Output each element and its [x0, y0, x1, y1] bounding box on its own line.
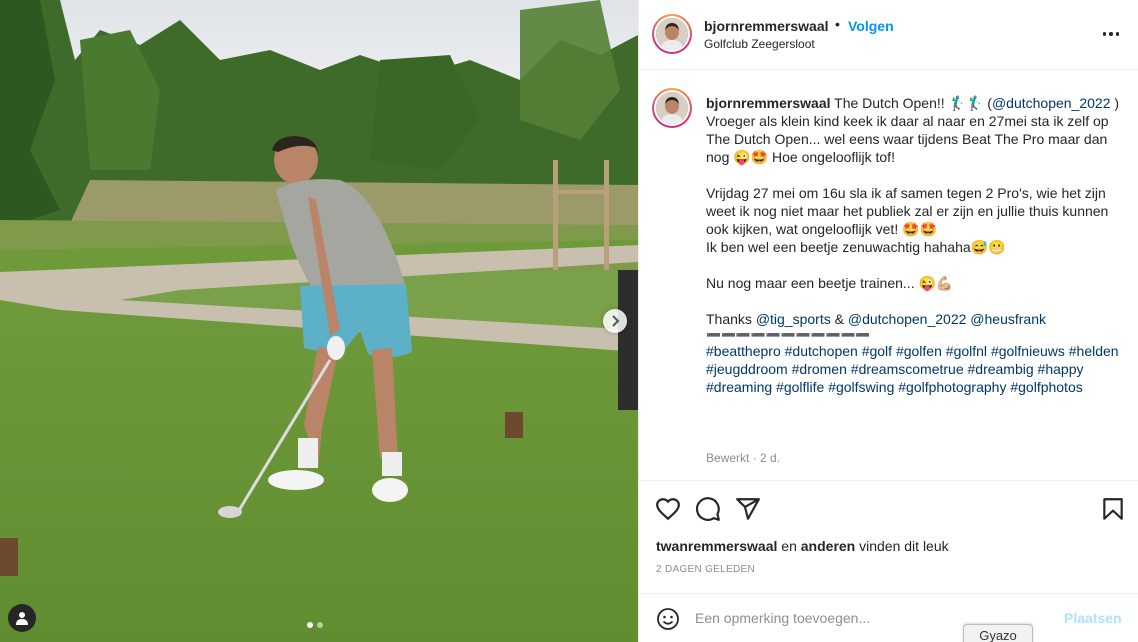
post-photo[interactable] — [0, 0, 638, 642]
golf-photo-image — [0, 0, 638, 642]
hashtag-link[interactable]: #golfnieuws — [991, 343, 1065, 359]
heart-icon[interactable] — [655, 496, 681, 522]
caption-meta: Bewerkt · 2 d. — [706, 451, 780, 465]
hashtag-link[interactable]: #beatthepro — [706, 343, 781, 359]
liker-username[interactable]: twanremmerswaal — [656, 538, 777, 554]
hashtag-link[interactable]: #golf — [862, 343, 892, 359]
chevron-right-icon — [612, 315, 620, 327]
avatar-image — [656, 18, 688, 50]
hashtag-link[interactable]: #golfphotography — [898, 379, 1006, 395]
more-icon — [1102, 32, 1107, 36]
hashtag-link[interactable]: #golfphotos — [1010, 379, 1082, 395]
caption-paragraph: Vrijdag 27 mei om 16u sla ik af samen te… — [706, 185, 1109, 237]
bookmark-icon[interactable] — [1100, 496, 1126, 522]
caption-author-avatar[interactable] — [652, 88, 692, 128]
author-avatar[interactable] — [652, 14, 692, 54]
likes-suffix: vinden dit leuk — [855, 538, 949, 554]
likes-others-link[interactable]: anderen — [801, 538, 855, 554]
thanks-text: Thanks — [706, 311, 756, 327]
mention-link[interactable]: @dutchopen_2022 — [848, 311, 967, 327]
mention-link[interactable]: @tig_sports — [756, 311, 831, 327]
likes-conjunction: en — [777, 538, 801, 554]
hashtag-list: #beatthepro #dutchopen #golf #golfen #go… — [706, 342, 1126, 396]
post-actions — [639, 488, 1138, 528]
edited-label: Bewerkt — [706, 451, 750, 465]
hashtag-link[interactable]: #dreaming — [706, 379, 772, 395]
post-comment-button[interactable]: Plaatsen — [1064, 610, 1122, 626]
author-username[interactable]: bjornremmerswaal — [704, 18, 829, 34]
mention-link[interactable]: @heusfrank — [970, 311, 1046, 327]
carousel-next-button[interactable] — [603, 309, 627, 333]
hashtag-link[interactable]: #happy — [1038, 361, 1084, 377]
hashtag-link[interactable]: #golfen — [896, 343, 942, 359]
caption-title: The Dutch Open!! 🏌️‍♂️🏌️‍♂️ ( — [834, 95, 992, 111]
edited-time[interactable]: 2 d. — [760, 451, 780, 465]
caption-section: bjornremmerswaal The Dutch Open!! 🏌️‍♂️🏌… — [639, 71, 1138, 481]
hashtag-link[interactable]: #dreamscometrue — [851, 361, 964, 377]
post-side-panel: bjornremmerswaal • Volgen Golfclub Zeege… — [638, 0, 1138, 642]
carousel-indicator — [307, 622, 323, 628]
post-header: bjornremmerswaal • Volgen Golfclub Zeege… — [639, 0, 1138, 70]
more-options-button[interactable] — [1101, 24, 1121, 44]
user-tag-icon — [16, 612, 28, 625]
likes-summary: twanremmerswaal en anderen vinden dit le… — [656, 538, 949, 554]
carousel-dot — [317, 622, 323, 628]
comment-bar: Plaatsen — [639, 593, 1138, 642]
hashtag-link[interactable]: #jeugddroom — [706, 361, 788, 377]
hashtag-link[interactable]: #golfnl — [946, 343, 987, 359]
paper-plane-icon[interactable] — [735, 496, 761, 522]
post-caption: bjornremmerswaal The Dutch Open!! 🏌️‍♂️🏌… — [706, 94, 1126, 396]
hashtag-link[interactable]: #golfswing — [828, 379, 894, 395]
caption-mention[interactable]: @dutchopen_2022 — [992, 95, 1111, 111]
carousel-dot-active — [307, 622, 313, 628]
follow-button[interactable]: Volgen — [848, 18, 894, 34]
hashtag-link[interactable]: #golflife — [776, 379, 824, 395]
caption-paragraph: Vroeger als klein kind keek ik daar al n… — [706, 113, 1109, 165]
caption-title-end: ) — [1114, 95, 1120, 111]
caption-paragraph: Ik ben wel een beetje zenuwachtig hahaha… — [706, 239, 1006, 255]
ampersand-text: & — [830, 311, 848, 327]
comment-icon[interactable] — [695, 496, 721, 522]
meta-separator: · — [752, 451, 757, 465]
avatar-image — [656, 92, 688, 124]
post-date[interactable]: 2 DAGEN GELEDEN — [656, 564, 755, 575]
hashtag-link[interactable]: #helden — [1069, 343, 1119, 359]
user-tags-button[interactable] — [8, 604, 36, 632]
gyazo-capture-tab[interactable]: Gyazo — [963, 624, 1033, 642]
emoji-icon[interactable] — [656, 607, 680, 631]
hashtag-link[interactable]: #dutchopen — [785, 343, 858, 359]
hashtag-link[interactable]: #dromen — [792, 361, 847, 377]
caption-username[interactable]: bjornremmerswaal — [706, 95, 831, 111]
caption-divider: ➖➖➖➖➖➖➖➖➖➖➖ — [706, 328, 871, 342]
header-separator: • — [835, 16, 840, 32]
post-location[interactable]: Golfclub Zeegersloot — [704, 37, 815, 51]
caption-paragraph: Nu nog maar een beetje trainen... 😜💪🏼 — [706, 275, 954, 291]
hashtag-link[interactable]: #dreambig — [968, 361, 1034, 377]
